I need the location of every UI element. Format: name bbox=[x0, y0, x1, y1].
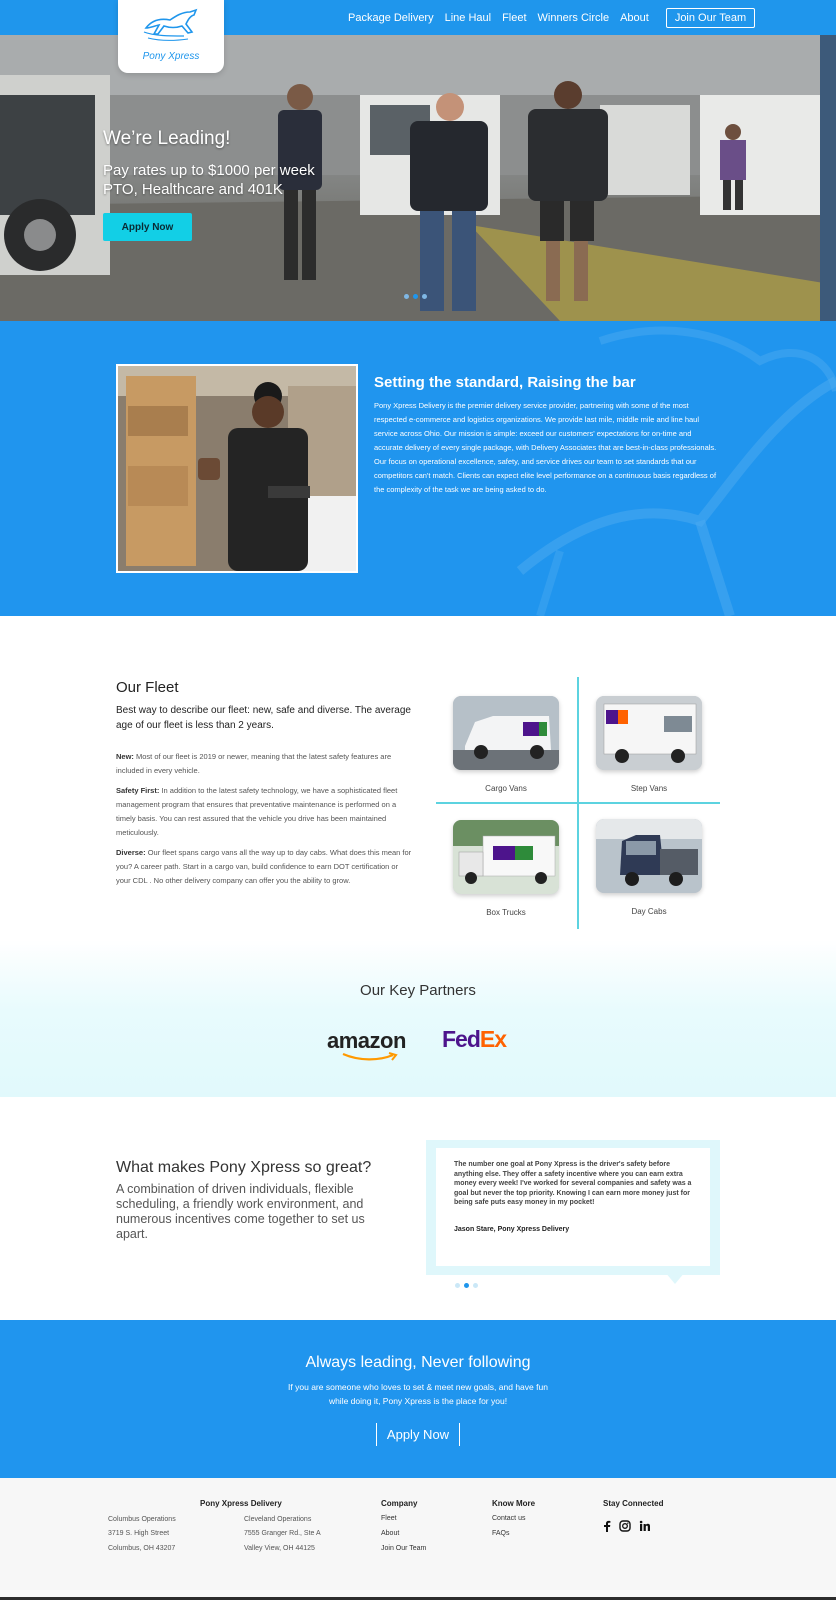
footer-link-fleet[interactable]: Fleet bbox=[381, 1515, 397, 1522]
cleveland-street: 7555 Granger Rd., Ste A bbox=[244, 1530, 321, 1537]
social-links bbox=[603, 1520, 651, 1532]
about-section: Setting the standard, Raising the bar Po… bbox=[0, 321, 836, 616]
nav-package-delivery[interactable]: Package Delivery bbox=[348, 12, 434, 24]
testimonial-author: Jason Stare, Pony Xpress Delivery bbox=[454, 1226, 570, 1233]
carousel-dot-1[interactable] bbox=[404, 294, 409, 299]
hero-subtitle-line2: PTO, Healthcare and 401K bbox=[103, 181, 283, 198]
delivery-associate-photo bbox=[118, 366, 356, 571]
cleveland-city: Valley View, OH 44125 bbox=[244, 1545, 315, 1552]
main-menu: Package Delivery Line Haul Fleet Winners… bbox=[348, 0, 756, 35]
nav-winners-circle[interactable]: Winners Circle bbox=[538, 12, 610, 24]
instagram-icon[interactable] bbox=[619, 1520, 631, 1532]
nav-line-haul[interactable]: Line Haul bbox=[445, 12, 491, 24]
amazon-wordmark: amazon bbox=[327, 1028, 406, 1053]
fleet-point-safety: Safety First: In addition to the latest … bbox=[116, 784, 412, 840]
hero-title: We’re Leading! bbox=[103, 128, 231, 149]
partners-section: Our Key Partners amazon FedEx bbox=[0, 940, 836, 1097]
horse-logo-icon bbox=[143, 8, 198, 41]
carousel-dot-3[interactable] bbox=[422, 294, 427, 299]
step-van-image bbox=[596, 696, 702, 770]
carousel-dot-2[interactable] bbox=[413, 294, 418, 299]
fleet-point-label: New: bbox=[116, 752, 134, 761]
cta-title: Always leading, Never following bbox=[305, 1354, 531, 1371]
footer-company-name: Pony Xpress Delivery bbox=[200, 1499, 282, 1508]
great-text: A combination of driven individuals, fle… bbox=[116, 1182, 365, 1241]
fedex-fed: Fed bbox=[442, 1026, 481, 1052]
testimonial-quote: The number one goal at Pony Xpress is th… bbox=[454, 1161, 692, 1206]
speech-bubble-tail bbox=[665, 1272, 685, 1284]
hero-subtitle-line1: Pay rates up to $1000 per week bbox=[103, 162, 315, 179]
fleet-lead: Best way to describe our fleet: new, saf… bbox=[116, 705, 411, 731]
logo-text: Pony Xpress bbox=[142, 51, 200, 62]
vehicle-label: Day Cabs bbox=[631, 907, 667, 916]
columbus-street: 3719 S. High Street bbox=[108, 1530, 170, 1537]
fleet-point-diverse: Diverse: Our fleet spans cargo vans all … bbox=[116, 846, 412, 888]
fleet-point-text: In addition to the latest safety technol… bbox=[116, 786, 398, 837]
fleet-grid: Cargo Vans Step Vans Box Trucks Day Cabs bbox=[436, 677, 720, 929]
hero-banner: We’re Leading! Pay rates up to $1000 per… bbox=[0, 35, 836, 321]
vehicle-label: Cargo Vans bbox=[485, 784, 527, 793]
box-truck-image bbox=[453, 820, 559, 894]
cleveland-office-name: Cleveland Operations bbox=[244, 1516, 312, 1523]
nav-about[interactable]: About bbox=[620, 12, 649, 24]
vehicle-box-trucks[interactable]: Box Trucks bbox=[451, 820, 561, 917]
columbus-city: Columbus, OH 43207 bbox=[108, 1545, 176, 1552]
columbus-office-name: Columbus Operations bbox=[108, 1516, 176, 1523]
day-cab-image bbox=[596, 819, 702, 893]
fedex-logo: FedEx bbox=[442, 1026, 507, 1053]
about-text: Pony Xpress Delivery is the premier deli… bbox=[374, 401, 717, 494]
hero-carousel-dots bbox=[404, 294, 427, 299]
hero-apply-now-button[interactable]: Apply Now bbox=[103, 213, 192, 241]
footer-link-join-our-team[interactable]: Join Our Team bbox=[381, 1545, 426, 1552]
testimonial-frame: The number one goal at Pony Xpress is th… bbox=[426, 1140, 720, 1275]
nav-fleet[interactable]: Fleet bbox=[502, 12, 526, 24]
vehicle-label: Box Trucks bbox=[486, 908, 526, 917]
testimonial-carousel-dots bbox=[455, 1283, 478, 1288]
fleet-point-label: Safety First: bbox=[116, 786, 160, 795]
testimonial-card: The number one goal at Pony Xpress is th… bbox=[436, 1148, 710, 1266]
footer-link-contact-us[interactable]: Contact us bbox=[492, 1515, 525, 1522]
vehicle-label: Step Vans bbox=[630, 784, 668, 793]
fleet-point-text: Our fleet spans cargo vans all the way u… bbox=[116, 848, 412, 885]
partners-title: Our Key Partners bbox=[360, 982, 476, 999]
fleet-point-new: New: Most of our fleet is 2019 or newer,… bbox=[116, 750, 412, 778]
vehicle-step-vans[interactable]: Step Vans bbox=[594, 696, 704, 793]
footer-link-about[interactable]: About bbox=[381, 1530, 399, 1537]
cta-apply-now-button[interactable]: Apply Now bbox=[376, 1423, 460, 1446]
fedex-ex: Ex bbox=[479, 1026, 507, 1052]
footer-know-more-heading: Know More bbox=[492, 1499, 536, 1508]
fleet-point-label: Diverse: bbox=[116, 848, 146, 857]
vehicle-day-cabs[interactable]: Day Cabs bbox=[594, 819, 704, 916]
amazon-logo: amazon bbox=[327, 1028, 406, 1061]
facebook-icon[interactable] bbox=[603, 1520, 611, 1532]
about-photo bbox=[116, 364, 358, 573]
cargo-van-image bbox=[453, 696, 559, 770]
footer: Pony Xpress Delivery Columbus Operations… bbox=[0, 1478, 836, 1600]
footer-company-heading: Company bbox=[381, 1499, 418, 1508]
cta-text: If you are someone who loves to set & me… bbox=[288, 1382, 548, 1406]
great-title: What makes Pony Xpress so great? bbox=[116, 1159, 372, 1176]
linkedin-icon[interactable] bbox=[639, 1520, 651, 1532]
footer-stay-connected-heading: Stay Connected bbox=[603, 1499, 664, 1508]
join-our-team-button[interactable]: Join Our Team bbox=[665, 7, 756, 28]
carousel-dot-3[interactable] bbox=[473, 1283, 478, 1288]
amazon-smile-icon bbox=[342, 1052, 398, 1061]
vehicle-cargo-vans[interactable]: Cargo Vans bbox=[451, 696, 561, 793]
fleet-point-text: Most of our fleet is 2019 or newer, mean… bbox=[116, 752, 392, 775]
grid-divider-horizontal bbox=[436, 802, 720, 804]
cta-section: Always leading, Never following If you a… bbox=[0, 1320, 836, 1478]
footer-link-faqs[interactable]: FAQs bbox=[492, 1530, 510, 1537]
carousel-dot-1[interactable] bbox=[455, 1283, 460, 1288]
logo[interactable]: Pony Xpress bbox=[118, 0, 224, 73]
about-title: Setting the standard, Raising the bar bbox=[374, 374, 636, 391]
carousel-dot-2[interactable] bbox=[464, 1283, 469, 1288]
fleet-title: Our Fleet bbox=[116, 679, 179, 696]
hero-subtitle: Pay rates up to $1000 per week PTO, Heal… bbox=[103, 161, 363, 199]
